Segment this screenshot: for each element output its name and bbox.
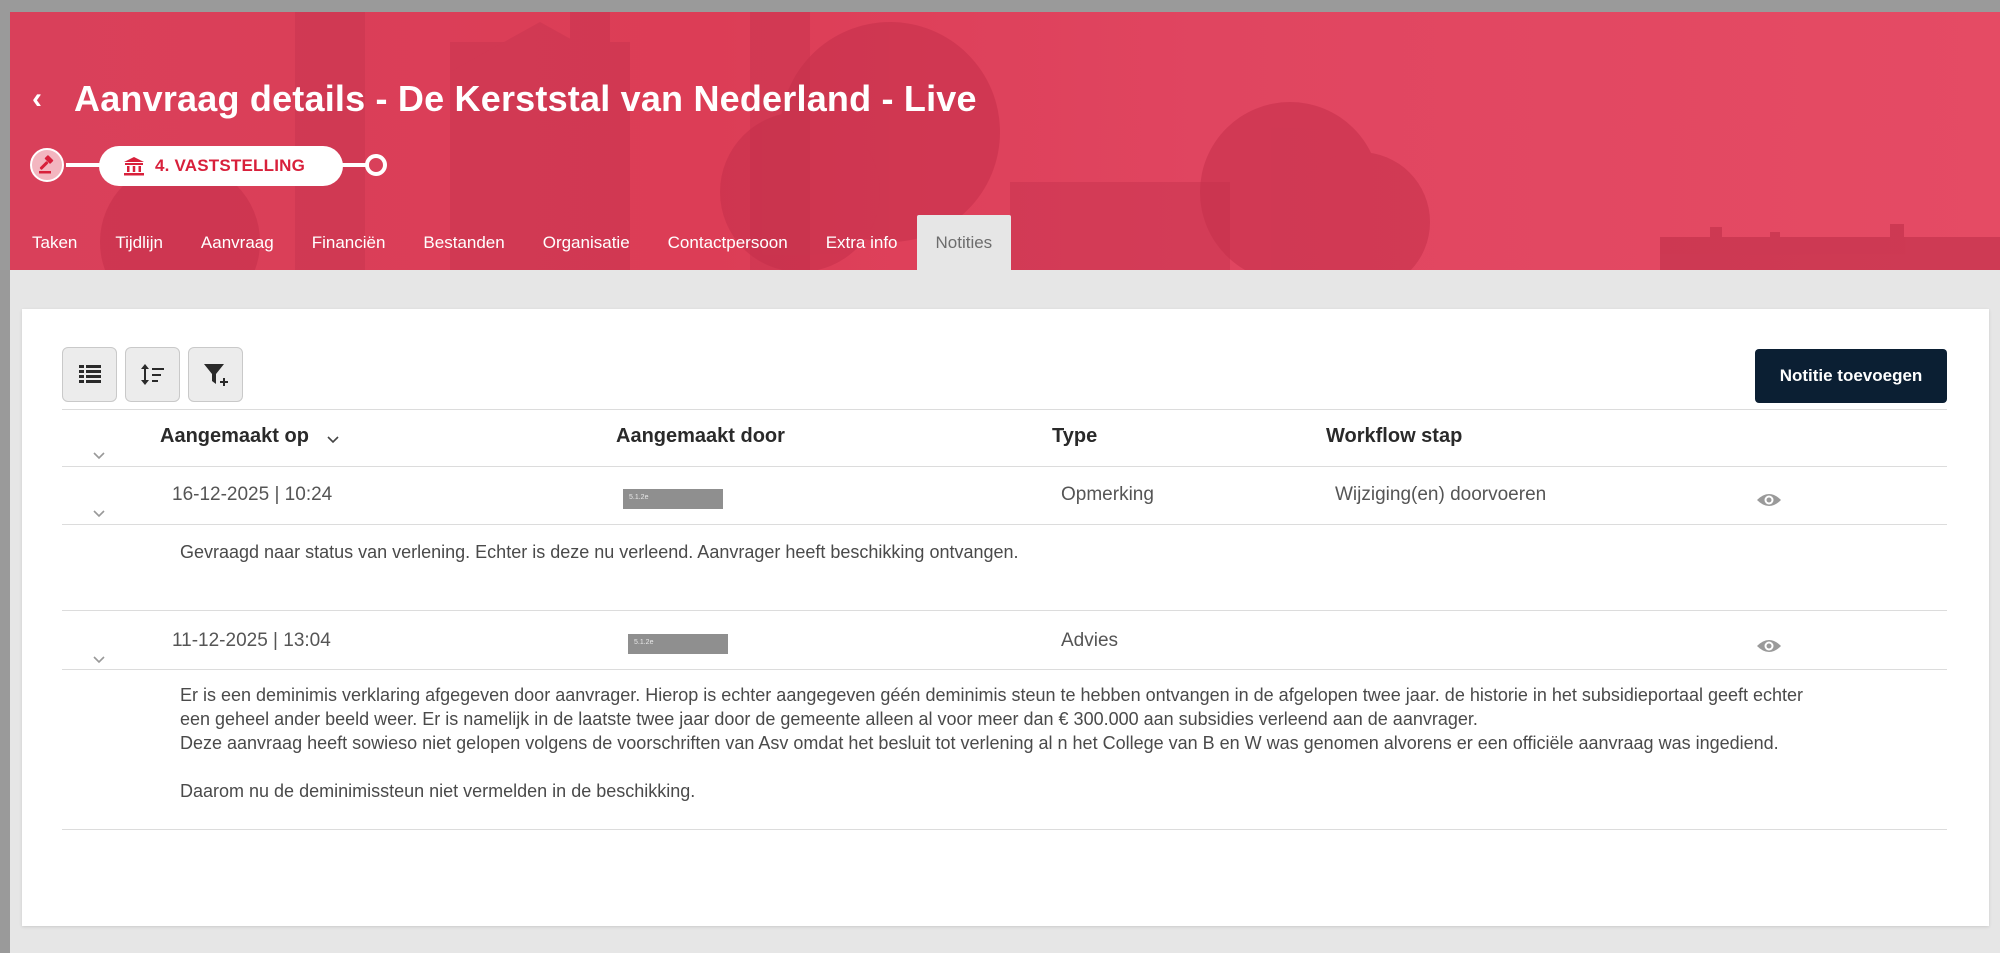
redaction-code: 5.1.2e bbox=[629, 494, 649, 501]
row-expand-chevron-icon[interactable] bbox=[92, 507, 106, 521]
tab-organisatie[interactable]: Organisatie bbox=[524, 215, 649, 270]
tab-tijdlijn[interactable]: Tijdlijn bbox=[96, 215, 182, 270]
current-step-pill[interactable]: 4. VASTSTELLING bbox=[99, 146, 343, 186]
page-title: Aanvraag details - De Kerststal van Nede… bbox=[74, 78, 977, 119]
redacted-author: 5.1.2e bbox=[628, 634, 728, 654]
back-chevron-icon[interactable]: ‹ bbox=[32, 84, 64, 114]
type-cell: Opmerking bbox=[1061, 484, 1154, 505]
table-divider bbox=[62, 829, 1947, 830]
add-note-button[interactable]: Notitie toevoegen bbox=[1755, 349, 1947, 403]
note-line bbox=[180, 755, 1940, 779]
view-eye-icon[interactable] bbox=[1756, 636, 1782, 656]
filter-add-button[interactable] bbox=[188, 347, 243, 402]
title-row: ‹ Aanvraag details - De Kerststal van Ne… bbox=[32, 78, 977, 120]
table-divider bbox=[62, 524, 1947, 525]
note-line: Gevraagd naar status van verlening. Echt… bbox=[180, 542, 1019, 562]
table-divider bbox=[62, 610, 1947, 611]
app-frame: ‹ Aanvraag details - De Kerststal van Ne… bbox=[10, 12, 2000, 953]
stepper-end-node bbox=[365, 154, 387, 176]
note-body: Gevraagd naar status van verlening. Echt… bbox=[180, 540, 1920, 564]
tab-contactpersoon[interactable]: Contactpersoon bbox=[649, 215, 807, 270]
tab-bar: Taken Tijdlijn Aanvraag Financiën Bestan… bbox=[32, 215, 1012, 270]
redacted-author: 5.1.2e bbox=[623, 489, 723, 509]
sort-chevron-down-icon[interactable] bbox=[326, 433, 340, 447]
workflow-stepper: 4. VASTSTELLING bbox=[22, 145, 402, 186]
gavel-icon[interactable] bbox=[30, 148, 64, 182]
page-header: ‹ Aanvraag details - De Kerststal van Ne… bbox=[10, 12, 2000, 270]
created-on-cell: 11-12-2025 | 13:04 bbox=[172, 630, 331, 651]
collapse-all-chevron-icon[interactable] bbox=[92, 449, 106, 463]
note-line: Daarom nu de deminimissteun niet vermeld… bbox=[180, 781, 696, 801]
stepper-connector bbox=[66, 163, 102, 167]
column-header-created-on[interactable]: Aangemaakt op bbox=[160, 425, 309, 448]
tab-aanvraag[interactable]: Aanvraag bbox=[182, 215, 293, 270]
tab-bestanden[interactable]: Bestanden bbox=[404, 215, 523, 270]
current-step-label: 4. VASTSTELLING bbox=[155, 156, 306, 175]
list-view-button[interactable] bbox=[62, 347, 117, 402]
column-header-type: Type bbox=[1052, 425, 1098, 447]
filter-add-icon bbox=[203, 363, 228, 386]
sort-icon bbox=[140, 363, 164, 385]
view-eye-icon[interactable] bbox=[1756, 490, 1782, 510]
tab-notities[interactable]: Notities bbox=[916, 215, 1012, 270]
tab-taken[interactable]: Taken bbox=[12, 215, 96, 270]
type-cell: Advies bbox=[1061, 630, 1119, 651]
row-expand-chevron-icon[interactable] bbox=[92, 653, 106, 667]
column-header-created-by: Aangemaakt door bbox=[616, 425, 785, 447]
table-divider bbox=[62, 669, 1947, 670]
note-line: Er is een deminimis verklaring afgegeven… bbox=[180, 685, 1804, 705]
created-on-cell: 16-12-2025 | 10:24 bbox=[172, 484, 333, 505]
note-line: Deze aanvraag heeft sowieso niet gelopen… bbox=[180, 733, 1779, 753]
bank-icon bbox=[124, 157, 144, 176]
workflow-step-cell: Wijziging(en) doorvoeren bbox=[1335, 484, 1547, 505]
column-header-workflow-step: Workflow stap bbox=[1326, 425, 1463, 447]
redaction-code: 5.1.2e bbox=[634, 639, 654, 646]
tab-financien[interactable]: Financiën bbox=[293, 215, 405, 270]
tab-extra-info[interactable]: Extra info bbox=[807, 215, 917, 270]
notes-card: Notitie toevoegen Aangemaakt op Aangemaa… bbox=[22, 309, 1989, 926]
table-divider bbox=[62, 466, 1947, 467]
note-line: een geheel ander beeld weer. Er is namel… bbox=[180, 709, 1478, 729]
note-body: Er is een deminimis verklaring afgegeven… bbox=[180, 683, 1940, 803]
table-divider bbox=[62, 409, 1947, 410]
sort-button[interactable] bbox=[125, 347, 180, 402]
list-view-icon bbox=[78, 364, 101, 383]
